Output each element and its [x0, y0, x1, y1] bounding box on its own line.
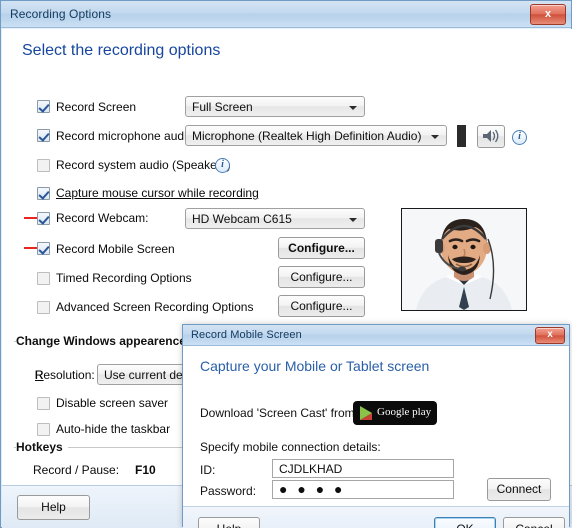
checkbox-record-webcam[interactable] [37, 212, 50, 225]
modal-title: Record Mobile Screen [191, 329, 302, 341]
configure-timed-recording-button[interactable]: Configure... [278, 266, 365, 288]
chevron-down-icon [349, 218, 357, 222]
connect-button[interactable]: Connect [487, 478, 551, 501]
label-record-mobile-screen: Record Mobile Screen [56, 242, 175, 256]
speaker-icon-button[interactable] [477, 125, 505, 148]
label-record-microphone: Record microphone audio [56, 129, 194, 143]
main-help-button[interactable]: Help [17, 495, 90, 520]
modal-cancel-button[interactable]: Cancel [503, 517, 565, 528]
checkbox-record-system-audio[interactable] [37, 159, 50, 172]
label-record-screen: Record Screen [56, 100, 137, 114]
screen-source-dropdown[interactable]: Full Screen [185, 96, 365, 117]
password-input[interactable]: ● ● ● ● [272, 480, 454, 499]
label-auto-hide-taskbar: Auto-hide the taskbar [56, 422, 171, 436]
specify-connection-text: Specify mobile connection details: [200, 440, 381, 454]
id-label: ID: [200, 463, 216, 477]
checkbox-disable-screen-saver[interactable] [37, 397, 50, 410]
id-value: CJDLKHAD [279, 462, 343, 476]
google-play-label: Google play [377, 406, 432, 418]
password-label: Password: [200, 484, 257, 498]
checkbox-timed-recording[interactable] [37, 272, 50, 285]
modal-footer: Help OK Cancel [183, 506, 569, 528]
label-disable-screen-saver: Disable screen saver [56, 396, 169, 410]
password-value: ● ● ● ● [279, 481, 346, 497]
microphone-source-dropdown[interactable]: Microphone (Realtek High Definition Audi… [185, 125, 447, 146]
record-mobile-screen-dialog: Record Mobile Screen x Capture your Mobi… [182, 324, 570, 528]
checkbox-record-screen[interactable] [37, 100, 50, 113]
checkbox-capture-mouse-cursor[interactable] [37, 187, 50, 200]
label-advanced-options: Advanced Screen Recording Options [56, 300, 254, 314]
checkbox-record-microphone[interactable] [37, 129, 50, 142]
mic-level-meter [457, 125, 466, 147]
close-icon[interactable]: x [530, 4, 566, 25]
record-pause-label: Record / Pause: [33, 463, 120, 477]
webcam-source-dropdown[interactable]: HD Webcam C615 [185, 208, 365, 229]
modal-close-icon[interactable]: x [535, 327, 565, 344]
resolution-label-text: Resolution: [34, 368, 95, 382]
microphone-source-value: Microphone (Realtek High Definition Audi… [192, 129, 422, 143]
screenshot-root: Recording Options x Select the recording… [0, 0, 572, 528]
window-title: Recording Options [10, 7, 112, 21]
page-title: Select the recording options [22, 42, 221, 59]
webcam-source-value: HD Webcam C615 [192, 212, 292, 226]
modal-help-button[interactable]: Help [198, 517, 260, 528]
record-pause-key: F10 [135, 463, 156, 477]
download-instruction-text: Download 'Screen Cast' from [200, 406, 355, 420]
screen-source-value: Full Screen [192, 100, 253, 114]
checkbox-record-mobile-screen[interactable] [37, 242, 50, 255]
modal-ok-button[interactable]: OK [434, 517, 496, 528]
main-titlebar: Recording Options x [1, 1, 571, 28]
speaker-icon [483, 129, 499, 143]
hotkeys-group-title: Hotkeys [16, 440, 68, 454]
info-icon-system-audio[interactable]: i [215, 158, 230, 173]
google-play-button[interactable]: Google play [353, 401, 437, 425]
modal-heading: Capture your Mobile or Tablet screen [200, 358, 430, 374]
configure-mobile-screen-button[interactable]: Configure... [278, 237, 365, 259]
chevron-down-icon [431, 135, 439, 139]
label-timed-recording: Timed Recording Options [56, 271, 192, 285]
id-input[interactable]: CJDLKHAD [272, 459, 454, 478]
modal-titlebar: Record Mobile Screen x [183, 325, 569, 346]
info-icon-microphone[interactable]: i [512, 130, 527, 145]
checkbox-auto-hide-taskbar[interactable] [37, 423, 50, 436]
webcam-preview-image [402, 209, 526, 310]
webcam-preview [401, 208, 527, 311]
label-record-webcam: Record Webcam: [56, 211, 149, 225]
chevron-down-icon [349, 106, 357, 110]
google-play-icon [360, 406, 372, 420]
checkbox-advanced-options[interactable] [37, 301, 50, 314]
label-capture-mouse-cursor: Capture mouse cursor while recording [56, 186, 259, 200]
resolution-label: RResolution: [34, 368, 95, 382]
modal-body: Capture your Mobile or Tablet screen Dow… [183, 346, 569, 484]
label-record-system-audio: Record system audio (Speakers) [56, 158, 231, 172]
configure-advanced-options-button[interactable]: Configure... [278, 295, 365, 317]
